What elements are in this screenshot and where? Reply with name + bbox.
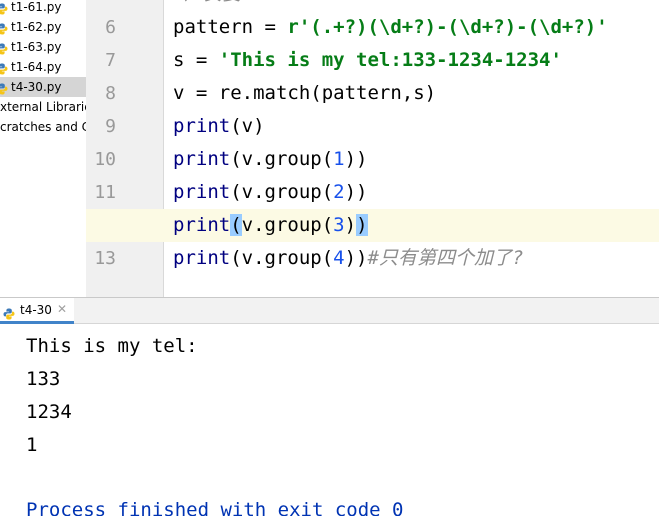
code-token: )) bbox=[344, 181, 368, 203]
python-file-icon bbox=[0, 21, 8, 35]
code-line: print(v.group(2)) bbox=[173, 176, 368, 209]
line-number: 11 bbox=[94, 182, 116, 203]
code-line: print(v.group(3)) bbox=[173, 209, 368, 242]
code-token: (v.group( bbox=[230, 181, 334, 203]
code-token: print bbox=[173, 214, 231, 236]
code-editor[interactable]: 678910111213 #严安要 pattern = r'(.+?)(\d+?… bbox=[86, 0, 659, 297]
project-tree-item[interactable]: t1-62.py bbox=[0, 17, 86, 37]
project-tree: t1-61.py t1-62.py t1-63.py t1-64.py t4-30.py… bbox=[0, 0, 86, 297]
project-tree-item[interactable]: t4-30.py bbox=[0, 77, 86, 97]
code-line: s = 'This is my tel:133-1234-1234' bbox=[173, 44, 562, 77]
line-number: 9 bbox=[105, 116, 116, 137]
code-line: print(v.group(4))#只有第四个加了? bbox=[173, 242, 523, 275]
project-tree-item-label: t1-61.py bbox=[11, 0, 62, 14]
code-token: s = bbox=[173, 49, 219, 71]
line-number: 8 bbox=[105, 83, 116, 104]
code-token: )) bbox=[344, 247, 368, 269]
code-token: v.group( bbox=[241, 214, 334, 236]
python-file-icon bbox=[0, 1, 8, 15]
current-line-highlight bbox=[86, 209, 659, 242]
project-tree-item-label: cratches and C bbox=[0, 120, 86, 134]
code-token: ) bbox=[356, 214, 368, 236]
code-token: print bbox=[173, 247, 231, 269]
python-file-icon bbox=[3, 305, 15, 320]
code-token: ( bbox=[230, 214, 242, 236]
run-tool-window-header: t4-30 ✕ bbox=[0, 297, 659, 324]
line-number: 10 bbox=[94, 149, 116, 170]
code-token: 'This is my tel:133-1234-1234' bbox=[218, 49, 562, 71]
code-token: (v.group( bbox=[230, 148, 334, 170]
project-tree-item[interactable]: t1-64.py bbox=[0, 57, 86, 77]
code-token: print bbox=[173, 115, 231, 137]
python-file-icon bbox=[0, 81, 8, 95]
line-number: 13 bbox=[94, 248, 116, 269]
project-tree-item[interactable]: t1-61.py bbox=[0, 0, 86, 17]
code-token: print bbox=[173, 148, 231, 170]
code-token: ) bbox=[344, 214, 357, 236]
code-token: v = re.match(pattern,s) bbox=[173, 82, 437, 104]
project-tree-item-label: t4-30.py bbox=[11, 80, 62, 94]
code-token: 4 bbox=[333, 247, 345, 269]
gutter-separator bbox=[163, 0, 164, 297]
code-token: print bbox=[173, 181, 231, 203]
code-token: 3 bbox=[333, 214, 345, 236]
run-console[interactable]: This is my tel: 133 1234 1 Process finished… bbox=[0, 324, 659, 516]
code-line: v = re.match(pattern,s) bbox=[173, 77, 436, 110]
code-line: print(v.group(1)) bbox=[173, 143, 368, 176]
code-token: (v) bbox=[230, 115, 265, 137]
run-tab[interactable]: t4-30 ✕ bbox=[0, 298, 74, 324]
python-file-icon bbox=[0, 41, 8, 55]
code-token: 2 bbox=[333, 181, 345, 203]
project-tree-item[interactable]: t1-63.py bbox=[0, 37, 86, 57]
console-output-line: 133 bbox=[26, 368, 61, 390]
line-number: 7 bbox=[105, 50, 116, 71]
console-output-line: 1234 bbox=[26, 401, 72, 423]
code-token: 1 bbox=[333, 148, 345, 170]
project-tree-item-label: xternal Librarie bbox=[0, 100, 86, 114]
close-icon[interactable]: ✕ bbox=[57, 302, 67, 316]
code-token: pattern = bbox=[173, 16, 288, 38]
code-token: r'(.+?)(\d+?)-(\d+?)-(\d+?)' bbox=[287, 16, 608, 38]
line-number: 6 bbox=[105, 17, 116, 38]
code-token: (v.group( bbox=[230, 247, 334, 269]
project-tree-item-label: t1-62.py bbox=[11, 20, 62, 34]
process-exit-message: Process finished with exit code 0 bbox=[26, 499, 404, 516]
partial-comment-line: #严安要 bbox=[173, 0, 241, 11]
run-tab-label: t4-30 bbox=[20, 303, 52, 317]
project-tree-item[interactable]: cratches and C bbox=[0, 117, 86, 137]
code-line: pattern = r'(.+?)(\d+?)-(\d+?)-(\d+?)' bbox=[173, 11, 608, 44]
python-file-icon bbox=[0, 61, 8, 75]
line-number-gutter: 678910111213 bbox=[86, 0, 163, 297]
code-line: print(v) bbox=[173, 110, 265, 143]
code-token: #只有第四个加了? bbox=[367, 247, 524, 269]
project-tree-item[interactable]: xternal Librarie bbox=[0, 97, 86, 117]
project-tree-item-label: t1-63.py bbox=[11, 40, 62, 54]
console-output-line: This is my tel: bbox=[26, 335, 198, 357]
console-output-line: 1 bbox=[26, 434, 38, 456]
project-tree-item-label: t1-64.py bbox=[11, 60, 62, 74]
code-token: )) bbox=[344, 148, 368, 170]
